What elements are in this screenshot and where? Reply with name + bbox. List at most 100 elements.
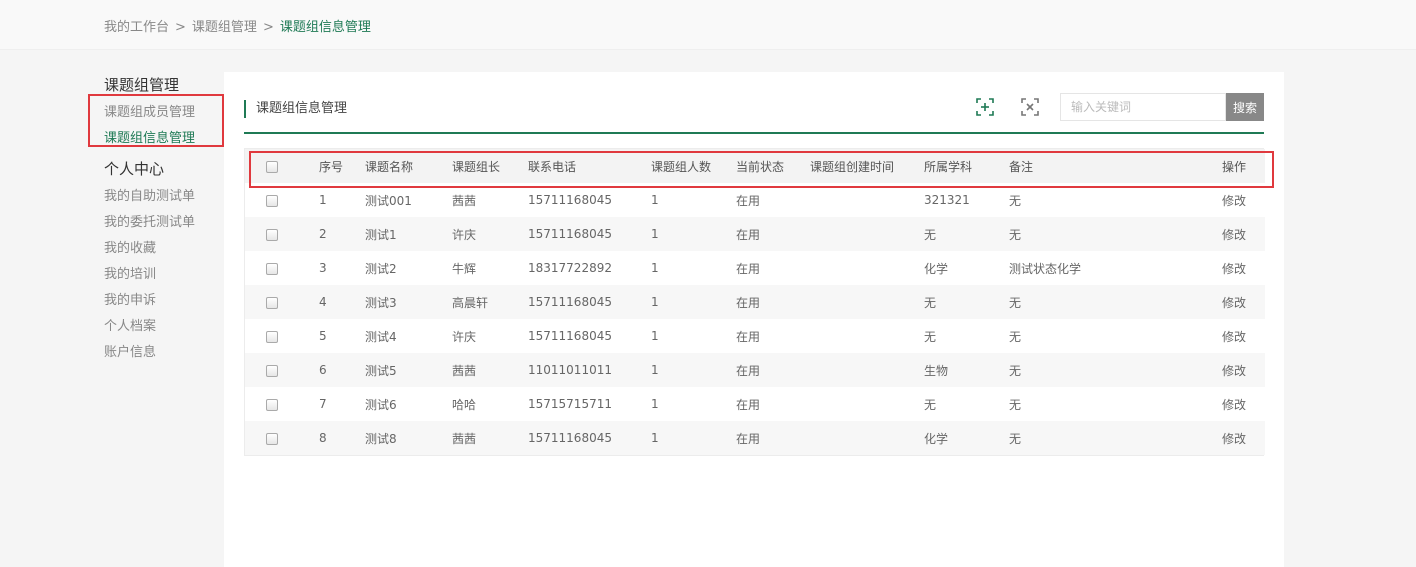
sidebar-item-self-test-orders[interactable]: 我的自助测试单 [104,184,222,210]
row-select-cell [245,217,319,251]
sidebar-item-training[interactable]: 我的培训 [104,262,222,288]
cell-created-time [810,251,924,285]
edit-link[interactable]: 修改 [1222,251,1265,285]
row-select-cell [245,183,319,217]
cell-subject: 无 [924,227,937,242]
cell-created-time [810,319,924,353]
cell-index: 5 [319,329,327,343]
row-checkbox[interactable] [266,364,278,377]
cell-member-count: 1 [651,227,659,241]
breadcrumb: 我的工作台 > 课题组管理 > 课题组信息管理 [104,16,371,35]
collapse-icon [1021,98,1039,116]
cell-status: 在用 [736,329,761,344]
cell-name: 测试001 [365,193,412,208]
row-select-cell [245,421,319,455]
sidebar-section-title: 个人中心 [104,160,165,178]
table-row: 3 测试2 牛辉 18317722892 1 在用 化学 测试状态化学 修改 [245,251,1265,285]
row-checkbox[interactable] [266,262,278,275]
header-cell: 联系电话 [528,159,577,174]
edit-link[interactable]: 修改 [1222,387,1265,421]
header-cell: 序号 [319,159,344,174]
row-select-cell [245,251,319,285]
edit-link[interactable]: 修改 [1222,353,1265,387]
cell-status: 在用 [736,193,761,208]
row-checkbox[interactable] [266,228,278,241]
cell-name: 测试6 [365,397,397,412]
collapse-button[interactable] [1019,96,1041,118]
search-button[interactable]: 搜索 [1226,93,1264,121]
table-row: 4 测试3 高晨轩 15711168045 1 在用 无 无 修改 [245,285,1265,319]
cell-subject: 无 [924,329,937,344]
cell-created-time [810,217,924,251]
cell-subject: 生物 [924,363,949,378]
cell-subject: 无 [924,295,937,310]
row-select-cell [245,353,319,387]
header-cell: 操作 [1222,159,1247,174]
edit-link[interactable]: 修改 [1222,217,1265,251]
row-select-cell [245,285,319,319]
title-divider [244,132,1264,134]
row-checkbox[interactable] [266,432,278,445]
select-all-checkbox[interactable] [266,160,278,173]
header-cell: 课题组创建时间 [810,159,895,174]
cell-name: 测试3 [365,295,397,310]
row-checkbox[interactable] [266,398,278,411]
cell-phone: 15711168045 [528,329,612,343]
sidebar-item-account-info[interactable]: 账户信息 [104,340,222,366]
breadcrumb-workbench[interactable]: 我的工作台 [104,20,169,35]
cell-index: 1 [319,193,327,207]
breadcrumb-group-management[interactable]: 课题组管理 [192,20,257,35]
row-checkbox[interactable] [266,330,278,343]
cell-member-count: 1 [651,397,659,411]
cell-index: 6 [319,363,327,377]
sidebar-section-title: 课题组管理 [104,76,180,94]
edit-link[interactable]: 修改 [1222,421,1265,455]
row-checkbox[interactable] [266,296,278,309]
cell-leader: 茜茜 [452,193,477,208]
sidebar-item-entrusted-test-orders[interactable]: 我的委托测试单 [104,210,222,236]
sidebar-item-personal-profile[interactable]: 个人档案 [104,314,222,340]
cell-member-count: 1 [651,261,659,275]
header-cell: 所属学科 [924,159,973,174]
cell-index: 7 [319,397,327,411]
cell-remark: 无 [1009,363,1022,378]
cell-remark: 无 [1009,295,1022,310]
edit-link[interactable]: 修改 [1222,319,1265,353]
cell-name: 测试4 [365,329,397,344]
sidebar-item-group-info-management[interactable]: 课题组信息管理 [104,126,222,152]
search-input[interactable] [1060,93,1226,121]
edit-link[interactable]: 修改 [1222,183,1265,217]
cell-status: 在用 [736,363,761,378]
sidebar-item-appeals[interactable]: 我的申诉 [104,288,222,314]
table-row: 2 测试1 许庆 15711168045 1 在用 无 无 修改 [245,217,1265,251]
cell-member-count: 1 [651,193,659,207]
cell-phone: 11011011011 [528,363,612,377]
row-checkbox[interactable] [266,194,278,207]
cell-index: 8 [319,431,327,445]
cell-created-time [810,387,924,421]
cell-member-count: 1 [651,329,659,343]
edit-link[interactable]: 修改 [1222,285,1265,319]
row-select-cell [245,387,319,421]
cell-leader: 许庆 [452,329,477,344]
cell-subject: 化学 [924,431,949,446]
cell-name: 测试1 [365,227,397,242]
cell-name: 测试5 [365,363,397,378]
cell-status: 在用 [736,295,761,310]
group-info-table: 序号 课题名称 课题组长 联系电话 课题组人数 当前状态 课题组创建时间 所属学… [244,148,1265,456]
cell-remark: 无 [1009,329,1022,344]
expand-button[interactable] [974,96,996,118]
panel-title: 课题组信息管理 [244,100,347,118]
cell-remark: 无 [1009,193,1022,208]
cell-member-count: 1 [651,295,659,309]
cell-index: 3 [319,261,327,275]
sidebar-item-favorites[interactable]: 我的收藏 [104,236,222,262]
cell-created-time [810,353,924,387]
sidebar-item-member-management[interactable]: 课题组成员管理 [104,100,222,126]
cell-phone: 18317722892 [528,261,612,275]
cell-leader: 哈哈 [452,397,477,412]
breadcrumb-current: 课题组信息管理 [279,20,371,35]
sidebar: 课题组管理 课题组成员管理 课题组信息管理 个人中心 我的自助测试单 我的委托测… [104,74,222,366]
cell-index: 4 [319,295,327,309]
cell-index: 2 [319,227,327,241]
